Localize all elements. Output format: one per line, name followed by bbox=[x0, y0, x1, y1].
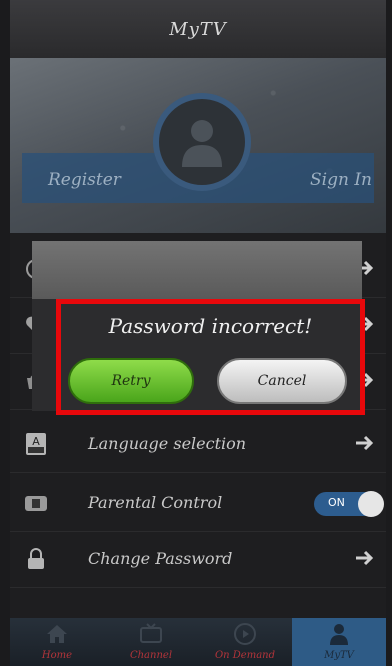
register-button[interactable]: Register bbox=[48, 170, 121, 190]
tab-channel[interactable]: Channel bbox=[104, 618, 198, 666]
toggle-knob bbox=[358, 491, 384, 517]
menu-item-label: Language selection bbox=[88, 434, 247, 453]
sign-in-button[interactable]: Sign In bbox=[310, 170, 372, 190]
profile-header: Register Sign In bbox=[10, 58, 386, 233]
language-icon: A bbox=[24, 432, 48, 456]
svg-text:A: A bbox=[32, 435, 40, 448]
menu-item-language[interactable]: A Language selection bbox=[10, 416, 386, 473]
user-icon bbox=[330, 624, 348, 645]
bottom-tab-bar: Home Channel On Demand MyTV bbox=[10, 618, 386, 666]
dialog-message: Password incorrect! bbox=[108, 314, 313, 338]
retry-button[interactable]: Retry bbox=[68, 358, 194, 404]
avatar[interactable] bbox=[153, 93, 251, 191]
arrow-right-icon bbox=[356, 550, 374, 566]
tab-label: On Demand bbox=[214, 650, 276, 661]
title-bar: MyTV bbox=[10, 0, 386, 59]
tab-on-demand[interactable]: On Demand bbox=[198, 618, 292, 666]
menu-item-change-password[interactable]: Change Password bbox=[10, 531, 386, 588]
parental-control-toggle[interactable]: ON bbox=[314, 491, 384, 517]
tv-icon bbox=[140, 623, 162, 643]
tab-label: MyTV bbox=[324, 650, 354, 661]
home-icon bbox=[47, 625, 67, 643]
tab-label: Home bbox=[41, 650, 73, 661]
padlock-icon bbox=[24, 547, 48, 571]
toggle-state: ON bbox=[328, 496, 345, 509]
play-icon bbox=[234, 623, 256, 645]
tab-mytv[interactable]: MyTV bbox=[292, 618, 386, 666]
menu-item-label: Change Password bbox=[88, 549, 233, 568]
tab-label: Channel bbox=[129, 650, 173, 661]
arrow-right-icon bbox=[356, 435, 374, 451]
lock-icon bbox=[24, 491, 48, 515]
menu-item-label: Parental Control bbox=[88, 493, 223, 512]
dialog-header bbox=[32, 241, 362, 299]
cancel-button[interactable]: Cancel bbox=[217, 358, 347, 404]
tab-home[interactable]: Home bbox=[10, 618, 104, 666]
user-silhouette-icon bbox=[182, 120, 222, 167]
menu-item-parental-control[interactable]: Parental Control ON bbox=[10, 475, 386, 532]
app-title: MyTV bbox=[169, 18, 227, 40]
